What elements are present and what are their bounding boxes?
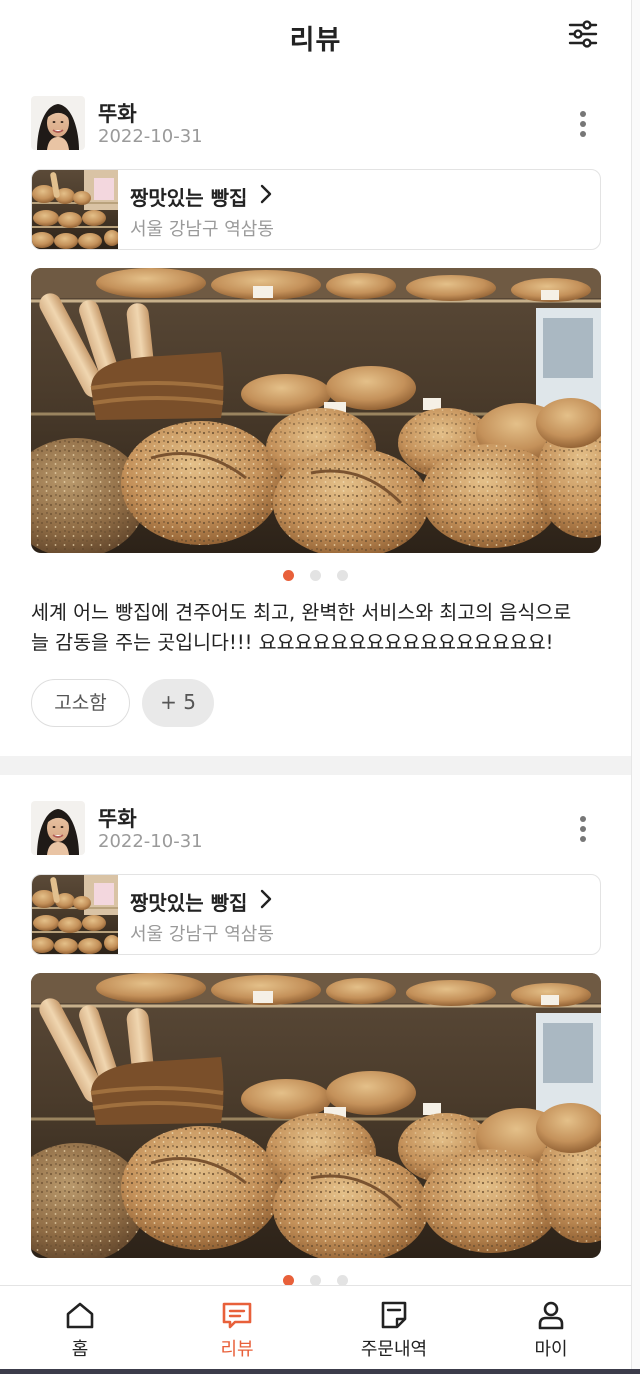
nav-item-my[interactable]: 마이 xyxy=(491,1286,611,1374)
review-text: 세계 어느 빵집에 견주어도 최고, 완벽한 서비스와 최고의 음식으로 늘 감… xyxy=(31,601,572,654)
nav-item-review[interactable]: 리뷰 xyxy=(177,1286,297,1374)
review-icon xyxy=(222,1302,252,1329)
page-title: 리뷰 xyxy=(289,25,342,56)
review-photo[interactable] xyxy=(31,268,601,553)
more-dots-icon xyxy=(580,826,586,832)
filter-button[interactable] xyxy=(566,18,600,50)
more-dots-icon xyxy=(580,121,586,127)
more-dots-icon xyxy=(580,111,586,117)
store-link-card[interactable]: 짱맛있는 빵집 서울 강남구 역삼동 xyxy=(31,874,601,955)
more-dots-icon xyxy=(580,816,586,822)
pagination-dot-3[interactable] xyxy=(337,570,348,581)
store-link-card[interactable]: 짱맛있는 빵집 서울 강남구 역삼동 xyxy=(31,169,601,250)
nav-item-order-history[interactable]: 주문내역 xyxy=(334,1286,454,1374)
chevron-right-icon xyxy=(260,889,272,909)
more-options-button[interactable] xyxy=(572,813,594,845)
nav-label: 리뷰 xyxy=(220,1339,254,1360)
sliders-icon xyxy=(568,20,598,48)
photo-pagination xyxy=(0,570,631,582)
top-header: 리뷰 xyxy=(0,0,631,70)
nav-label: 마이 xyxy=(534,1339,568,1360)
nav-label: 홈 xyxy=(71,1339,89,1360)
user-icon xyxy=(538,1301,564,1330)
store-address: 서울 강남구 역삼동 xyxy=(130,924,274,945)
home-icon xyxy=(66,1302,94,1329)
review-date: 2022-10-31 xyxy=(98,126,203,147)
review-tag[interactable]: 고소함 xyxy=(31,679,130,727)
store-thumbnail xyxy=(32,170,120,249)
nav-label: 주문내역 xyxy=(360,1339,428,1360)
review-card: 뚜화 2022-10-31 xyxy=(0,70,631,756)
more-dots-icon xyxy=(580,131,586,137)
avatar[interactable] xyxy=(31,96,85,150)
more-tags-button[interactable]: + 5 xyxy=(142,679,214,727)
store-name: 짱맛있는 빵집 xyxy=(130,891,248,915)
window-bottom-edge xyxy=(0,1369,640,1374)
order-history-icon xyxy=(381,1301,407,1329)
nav-item-home[interactable]: 홈 xyxy=(20,1286,140,1374)
avatar[interactable] xyxy=(31,801,85,855)
scrollbar[interactable] xyxy=(631,0,640,1374)
store-name: 짱맛있는 빵집 xyxy=(130,186,248,210)
more-options-button[interactable] xyxy=(572,108,594,140)
pagination-dot-1[interactable] xyxy=(283,570,294,581)
store-address: 서울 강남구 역삼동 xyxy=(130,219,274,240)
store-thumbnail xyxy=(32,875,120,954)
more-dots-icon xyxy=(580,836,586,842)
review-photo[interactable] xyxy=(31,973,601,1258)
user-name: 뚜화 xyxy=(98,807,137,831)
review-date: 2022-10-31 xyxy=(98,831,203,852)
pagination-dot-2[interactable] xyxy=(310,570,321,581)
app-screen: 리뷰 뚜화 2022-10-31 짱맛있는 빵집 서울 강남구 역삼동 세계 어… xyxy=(0,0,631,1374)
chevron-right-icon xyxy=(260,184,272,204)
user-name: 뚜화 xyxy=(98,102,137,126)
bottom-navigation: 홈 리뷰 주문내역 마이 xyxy=(0,1285,631,1374)
review-card: 뚜화 2022-10-31 xyxy=(0,775,631,1295)
